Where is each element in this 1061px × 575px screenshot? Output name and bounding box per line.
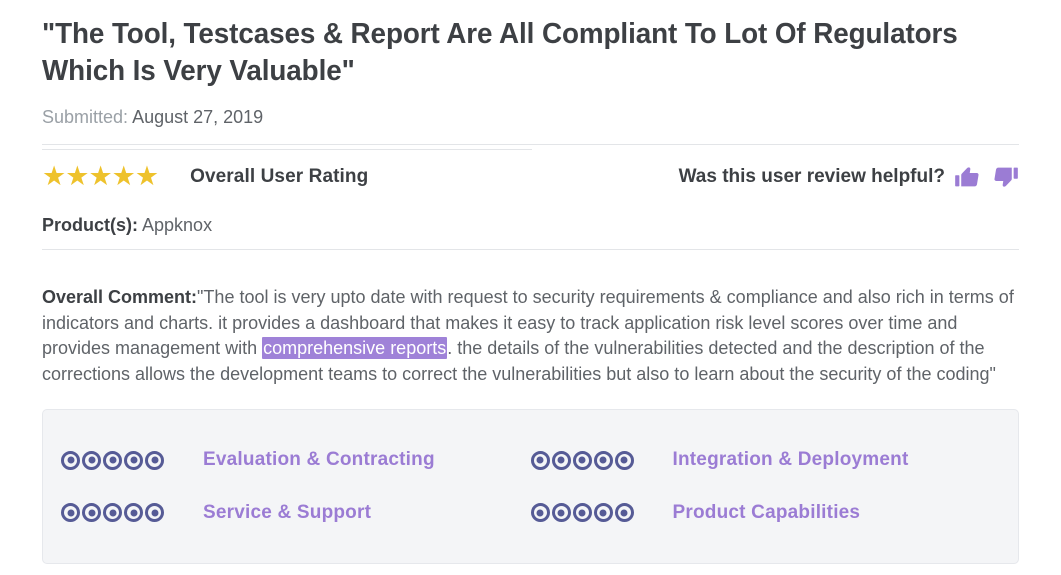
product-row: Product(s): Appknox	[42, 203, 1019, 249]
overall-comment-label: Overall Comment:	[42, 286, 198, 307]
score-dot-icon	[82, 503, 101, 523]
review-page: "The Tool, Testcases & Report Are All Co…	[0, 0, 1061, 565]
thumbs-down-icon[interactable]	[991, 163, 1019, 191]
overall-rating-label: Overall User Rating	[190, 165, 369, 187]
score-dot-icon	[530, 450, 550, 470]
star-icon: ★	[65, 161, 89, 192]
score-label: Product Capabilities	[672, 501, 861, 523]
score-dot-icon	[551, 450, 571, 470]
score-dot-icon	[593, 450, 613, 470]
divider-full	[42, 143, 1019, 145]
submitted-label: Submitted:	[42, 107, 129, 128]
score-item: Integration & Deployment	[530, 434, 1001, 486]
score-dots	[61, 450, 203, 470]
score-dot-icon	[614, 503, 634, 523]
score-dot-icon	[61, 450, 80, 470]
score-item: Product Capabilities	[530, 487, 1001, 539]
category-scores-box: Evaluation & Contracting Integration & De…	[42, 409, 1019, 565]
score-dot-icon	[61, 503, 80, 523]
star-icon: ★	[111, 161, 136, 192]
helpful-question: Was this user review helpful?	[678, 165, 945, 187]
score-dot-icon	[145, 450, 164, 470]
score-label: Service & Support	[203, 501, 372, 523]
star-icon: ★	[42, 161, 66, 192]
score-dots	[530, 503, 673, 523]
page-title: "The Tool, Testcases & Report Are All Co…	[42, 18, 958, 88]
score-dot-icon	[572, 450, 592, 470]
star-icon: ★	[88, 161, 112, 192]
overall-comment: Overall Comment:"The tool is very upto d…	[42, 268, 1019, 389]
score-label: Evaluation & Contracting	[203, 449, 435, 471]
comment-highlight: comprehensive reports	[262, 337, 448, 360]
score-dot-icon	[530, 503, 550, 523]
score-dot-icon	[124, 503, 143, 523]
score-label: Integration & Deployment	[672, 449, 909, 471]
score-dot-icon	[145, 503, 164, 523]
submitted-row: Submitted: August 27, 2019	[42, 106, 1019, 129]
star-rating: ★ ★ ★ ★ ★	[42, 161, 159, 192]
score-dot-icon	[572, 503, 592, 523]
score-dot-icon	[103, 503, 122, 523]
score-item: Evaluation & Contracting	[61, 434, 531, 486]
submitted-date: August 27, 2019	[132, 107, 264, 128]
divider-short	[42, 148, 532, 150]
score-dot-icon	[593, 503, 613, 523]
score-item: Service & Support	[61, 487, 531, 539]
score-dot-icon	[103, 450, 122, 470]
product-value: Appknox	[142, 214, 213, 235]
divider-product	[42, 248, 1019, 250]
score-dot-icon	[551, 503, 571, 523]
score-dots	[530, 450, 673, 470]
score-dot-icon	[82, 450, 101, 470]
score-dot-icon	[614, 450, 634, 470]
score-dots	[61, 503, 203, 523]
product-label: Product(s):	[42, 214, 138, 235]
thumbs-up-icon[interactable]	[954, 163, 982, 191]
star-icon: ★	[134, 161, 159, 192]
helpful-block: Was this user review helpful?	[679, 163, 1019, 191]
rating-row: ★ ★ ★ ★ ★ Overall User Rating Was this user …	[42, 151, 1019, 203]
divider-top	[42, 143, 1019, 151]
score-dot-icon	[124, 450, 143, 470]
